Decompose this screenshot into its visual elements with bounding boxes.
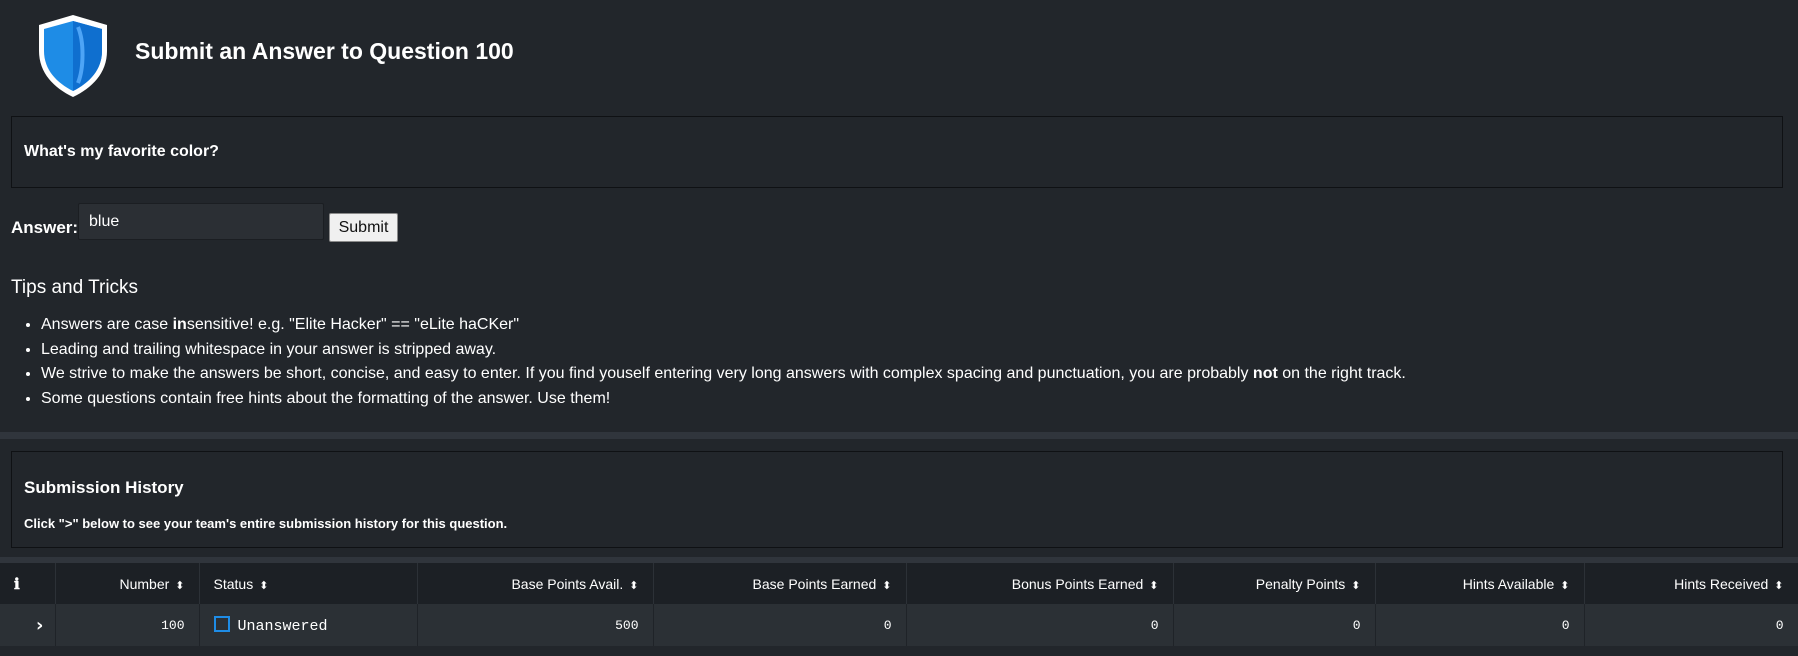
column-header-number[interactable]: Number ⬍	[55, 563, 200, 604]
answer-form: Answer: Submit	[11, 203, 511, 243]
cell-status: Unanswered	[199, 604, 418, 646]
tip-item: Answers are case insensitive! e.g. "Elit…	[41, 313, 1741, 338]
cell-bonus-points-earned: 0	[906, 604, 1174, 646]
info-icon: ℹ	[14, 574, 20, 593]
tip-item: We strive to make the answers be short, …	[41, 362, 1741, 387]
footer-strip	[0, 646, 1798, 656]
cell-penalty-points: 0	[1173, 604, 1376, 646]
sort-icon: ⬍	[882, 579, 892, 592]
submission-history-panel: Submission History Click ">" below to se…	[11, 451, 1783, 548]
expand-row-button[interactable]: ›	[0, 604, 56, 646]
status-text: Unanswered	[237, 617, 328, 635]
column-header-penalty-points[interactable]: Penalty Points ⬍	[1173, 563, 1376, 604]
sort-icon: ⬍	[629, 579, 639, 592]
sort-icon: ⬍	[1351, 579, 1361, 592]
sort-icon: ⬍	[259, 579, 269, 592]
table-row: › 100 Unanswered 500 0 0 0 0 0	[0, 604, 1798, 646]
info-column-header: ℹ	[0, 563, 56, 604]
table-header-row: ℹ Number ⬍ Status ⬍ Base Points Avail. ⬍ Ba…	[0, 563, 1798, 604]
sort-icon: ⬍	[1774, 579, 1784, 592]
answer-input[interactable]	[78, 203, 324, 240]
cell-number: 100	[55, 604, 200, 646]
sort-icon: ⬍	[175, 579, 185, 592]
tips-list: Answers are case insensitive! e.g. "Elit…	[11, 313, 1741, 411]
tip-item: Leading and trailing whitespace in your …	[41, 338, 1741, 363]
column-header-bonus-points-earned[interactable]: Bonus Points Earned ⬍	[906, 563, 1174, 604]
sort-icon: ⬍	[1560, 579, 1570, 592]
cell-hints-available: 0	[1375, 604, 1585, 646]
submit-button[interactable]: Submit	[329, 213, 398, 242]
column-header-base-points-earned[interactable]: Base Points Earned ⬍	[653, 563, 907, 604]
answer-label: Answer:	[11, 218, 79, 237]
cell-base-points-earned: 0	[653, 604, 907, 646]
status-square-icon	[213, 615, 230, 632]
tip-item: Some questions contain free hints about …	[41, 387, 1741, 412]
submission-table: ℹ Number ⬍ Status ⬍ Base Points Avail. ⬍ Ba…	[0, 563, 1798, 646]
section-divider	[0, 432, 1798, 439]
column-header-base-points-avail[interactable]: Base Points Avail. ⬍	[417, 563, 654, 604]
tips-heading: Tips and Tricks	[11, 277, 139, 298]
column-header-hints-received[interactable]: Hints Received ⬍	[1584, 563, 1798, 604]
history-hint: Click ">" below to see your team's entir…	[24, 516, 508, 531]
chevron-right-icon[interactable]: ›	[36, 615, 43, 636]
sort-icon: ⬍	[1149, 579, 1159, 592]
page-header: Submit an Answer to Question 100	[0, 0, 1798, 110]
question-text: What's my favorite color?	[24, 143, 219, 160]
question-panel: What's my favorite color?	[11, 116, 1783, 188]
column-header-hints-available[interactable]: Hints Available ⬍	[1375, 563, 1585, 604]
cell-hints-received: 0	[1584, 604, 1798, 646]
page-title: Submit an Answer to Question 100	[135, 38, 514, 64]
column-header-status[interactable]: Status ⬍	[199, 563, 418, 604]
history-title: Submission History	[24, 478, 184, 497]
cell-base-points-avail: 500	[417, 604, 654, 646]
shield-icon	[39, 15, 107, 97]
